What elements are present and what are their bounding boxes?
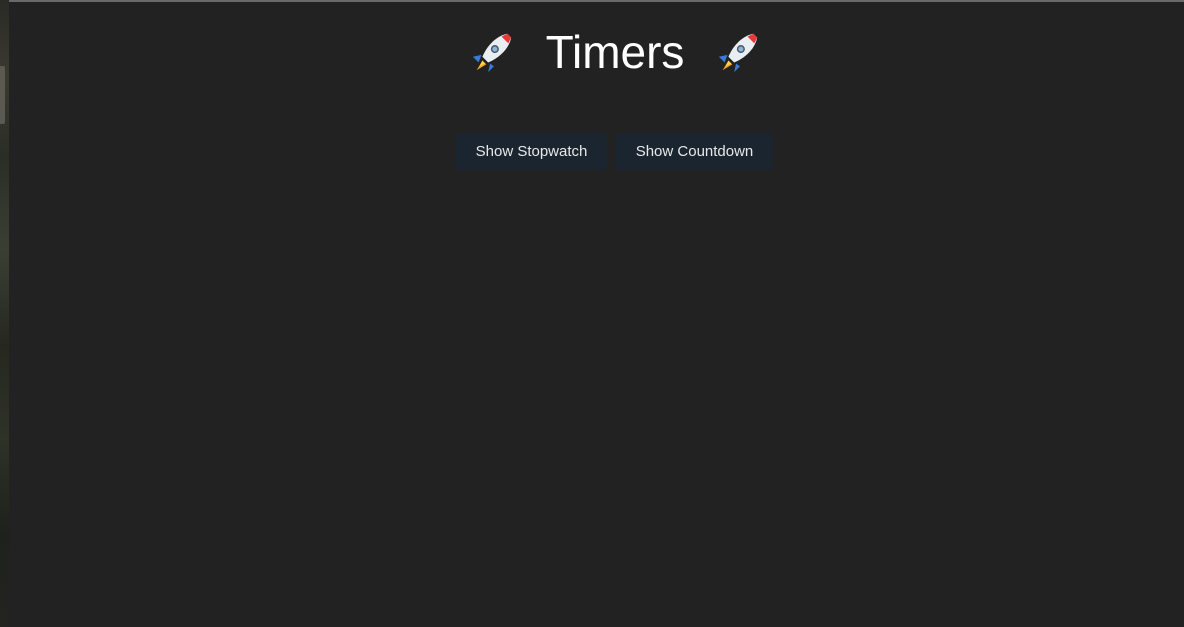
background-window-tab — [0, 66, 5, 124]
rocket-icon — [719, 33, 758, 73]
background-window-edge — [0, 0, 9, 627]
page-title: Timers — [9, 24, 1184, 80]
show-stopwatch-button[interactable]: Show Stopwatch — [456, 133, 607, 170]
show-countdown-button[interactable]: Show Countdown — [616, 133, 773, 170]
rocket-icon — [472, 33, 511, 73]
title-text: Timers — [545, 26, 685, 78]
app-page: Timers Show Stopwatch Show Countdown — [9, 2, 1184, 627]
